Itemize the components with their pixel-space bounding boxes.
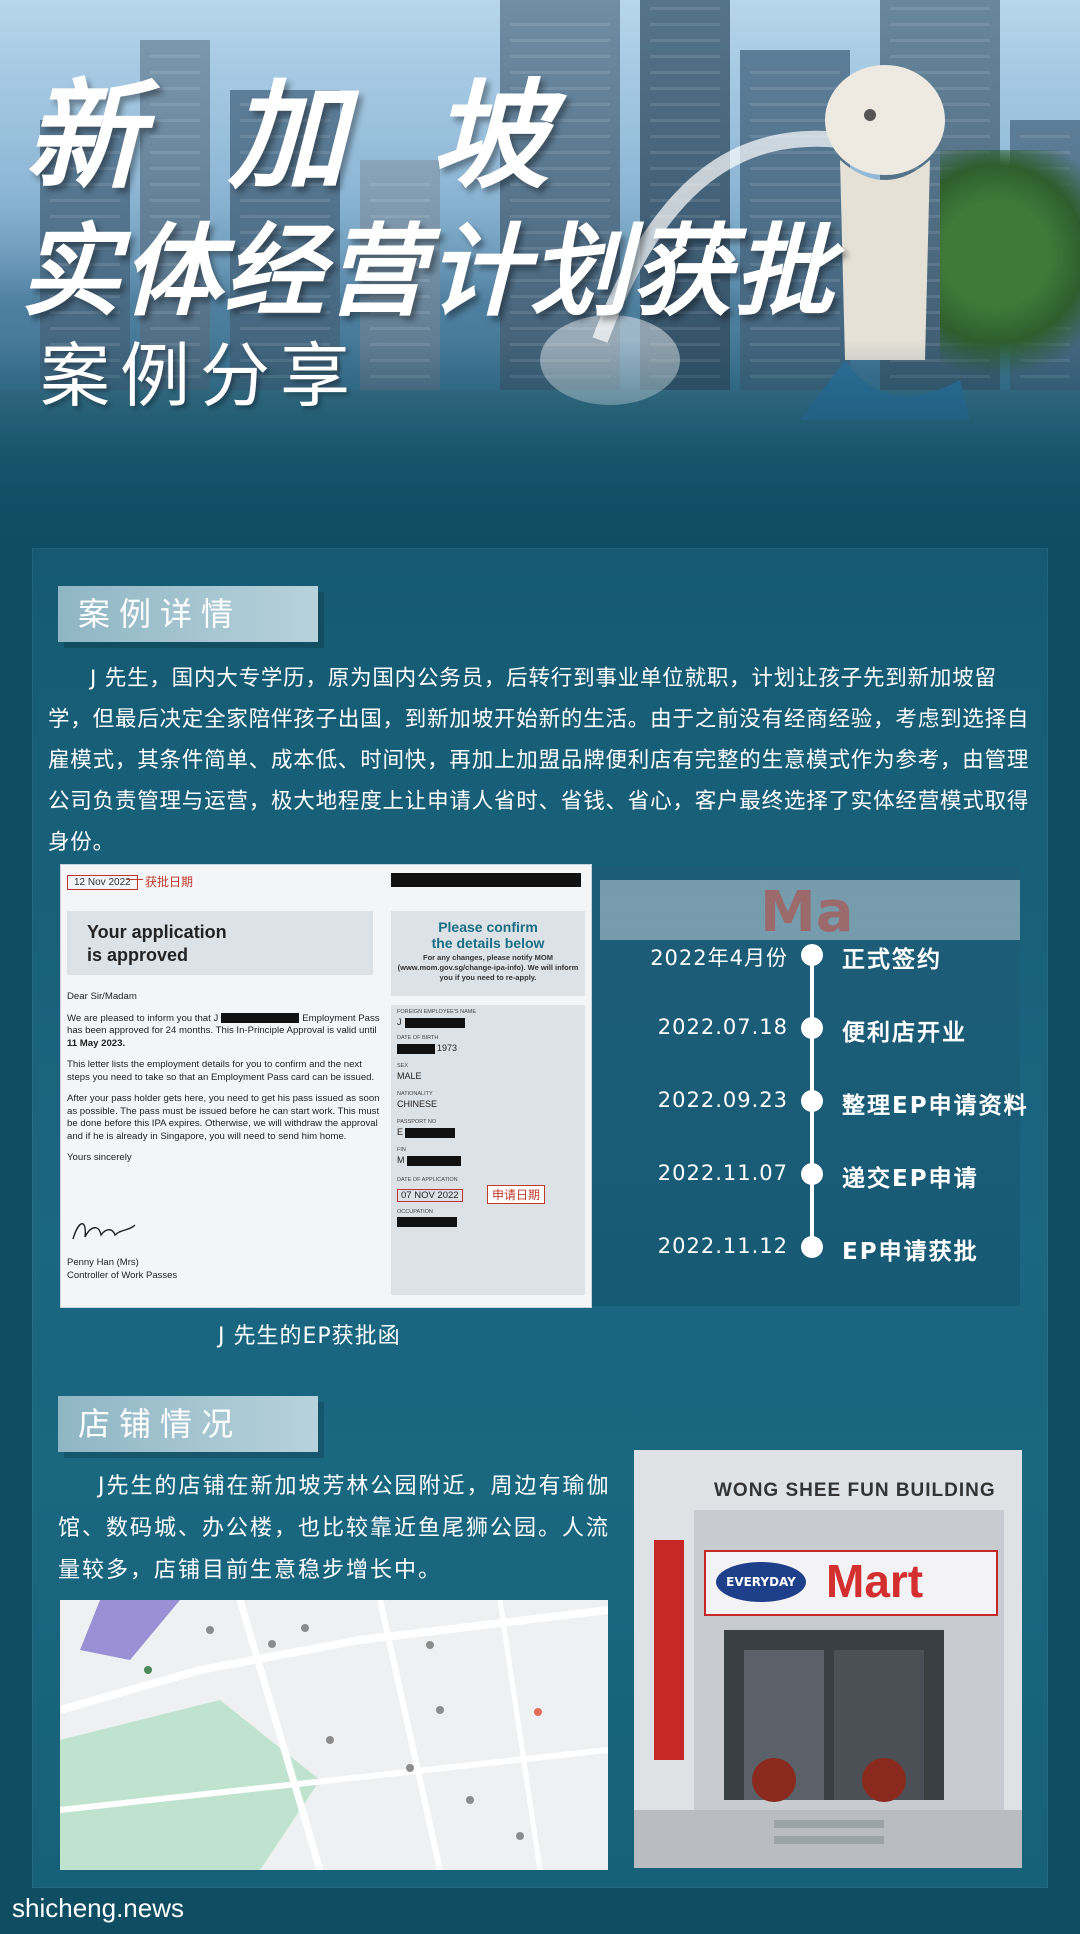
field-value-passport: E [397,1127,404,1137]
body-1a: We are pleased to inform you that J [67,1012,219,1024]
redaction-bar [397,1217,457,1227]
closing: Yours sincerely [67,1152,132,1163]
field-label: DATE OF BIRTH [397,1035,439,1041]
approved-title: Your application is approved [87,921,227,967]
approval-date: 12 Nov 2022 [67,875,138,890]
map-graphic [60,1600,608,1870]
employee-details: FOREIGN EMPLOYEE'S NAME J DATE OF BIRTH … [391,1005,585,1295]
timeline-date: 2022.11.07 [657,1161,788,1185]
timeline-event: 便利店开业 [842,1020,967,1046]
signer-block: Penny Han (Mrs) Controller of Work Passe… [67,1257,177,1282]
body-paragraph-2: This letter lists the employment details… [67,1059,375,1083]
redaction-bar [407,1156,461,1166]
case-details-tag: 案例详情 [58,586,318,642]
confirm-title: Please confirm the details below [391,919,585,951]
confirm-title-line1: Please confirm [438,919,538,935]
signer-name: Penny Han (Mrs) [67,1257,139,1268]
body-1c: 11 May 2023. [67,1037,126,1049]
field-label: FIN [397,1147,406,1153]
redaction-bar [221,1012,300,1023]
approval-date-note: 获批日期 [145,875,194,889]
arrow-icon [127,879,143,880]
store-photo: WONG SHEE FUN BUILDING EVERYDAY Mart [634,1450,1022,1868]
hero-subtitle: 案例分享 [40,335,360,417]
field-value-fin: M [397,1155,405,1165]
signature-icon [72,1223,136,1240]
hero-title-singapore: 新 加 坡 [25,67,572,205]
field-label: OCCUPATION [397,1209,433,1215]
mart-logo: Mart [826,1555,924,1607]
case-details-paragraph: J 先生，国内大专学历，原为国内公务员，后转行到事业单位就职，计划让孩子先到新加… [48,666,1030,855]
timeline-dot [801,1163,823,1185]
building-name: WONG SHEE FUN BUILDING [714,1480,996,1501]
timeline-date: 2022年4月份 [650,946,788,970]
field-value-dob: 1973 [437,1043,458,1053]
confirm-box: Please confirm the details below For any… [391,911,585,996]
timeline-date: 2022.07.18 [657,1015,788,1039]
letter-caption: J 先生的EP获批函 [218,1324,401,1349]
timeline-event: 正式签约 [842,947,942,973]
redaction-bar [405,1128,455,1138]
timeline-dot [801,944,823,966]
watermark: shicheng.news [12,1893,184,1923]
timeline-event: 整理EP申请资料 [842,1093,1029,1119]
application-date: 07 NOV 2022 [397,1189,463,1202]
hero-banner: 新 加 坡 实体经营计划获批 案例分享 [0,0,1080,560]
store-section-tag: 店铺情况 [58,1396,318,1452]
store-photo-graphic [634,1450,1022,1868]
redaction-bar [397,1044,435,1054]
timeline-dot [801,1090,823,1112]
field-label: NATIONALITY [397,1091,433,1097]
store-paragraph: J先生的店铺在新加坡芳林公园附近，周边有瑜伽馆、数码城、办公楼，也比较靠近鱼尾狮… [58,1474,611,1583]
timeline-dot [801,1236,823,1258]
confirm-title-line2: the details below [431,935,545,951]
everyday-logo: EVERYDAY [716,1562,806,1602]
field-label: DATE OF APPLICATION [397,1177,458,1183]
body-paragraph-3: After your pass holder gets here, you ne… [67,1093,380,1142]
store-sign-text: Ma [760,880,854,945]
confirm-subtext: For any changes, please notify MOM (www.… [397,953,579,982]
approved-box: Your application is approved [67,911,373,975]
salutation: Dear Sir/Madam [67,991,137,1002]
timeline-event: 递交EP申请 [842,1166,979,1192]
redaction-bar [391,873,581,887]
letter-body: Dear Sir/Madam We are pleased to inform … [67,991,383,1174]
application-date-note: 申请日期 [487,1185,546,1204]
redaction-bar [405,1018,465,1028]
approved-title-line1: Your application [87,922,227,942]
location-map [60,1600,608,1870]
timeline-event: EP申请获批 [842,1239,979,1265]
approved-title-line2: is approved [87,945,189,965]
hero-title-plan: 实体经营计划获批 [20,213,836,330]
field-label: FOREIGN EMPLOYEE'S NAME [397,1009,476,1015]
store-signboard: EVERYDAY Mart [704,1550,998,1616]
timeline-date: 2022.11.12 [657,1234,788,1258]
field-value-name: J [397,1017,402,1027]
field-label: SEX [397,1063,409,1069]
field-value-nationality: CHINESE [397,1099,438,1109]
body-paragraph-1: We are pleased to inform you that J Emplo… [67,1013,383,1051]
timeline-dot [801,1017,823,1039]
field-label: PASSPORT NO [397,1119,437,1125]
ep-approval-letter: 12 Nov 2022 获批日期 Your application is app… [60,864,592,1308]
timeline-date: 2022.09.23 [657,1088,788,1112]
signer-title: Controller of Work Passes [67,1269,178,1281]
field-value-sex: MALE [397,1071,422,1081]
